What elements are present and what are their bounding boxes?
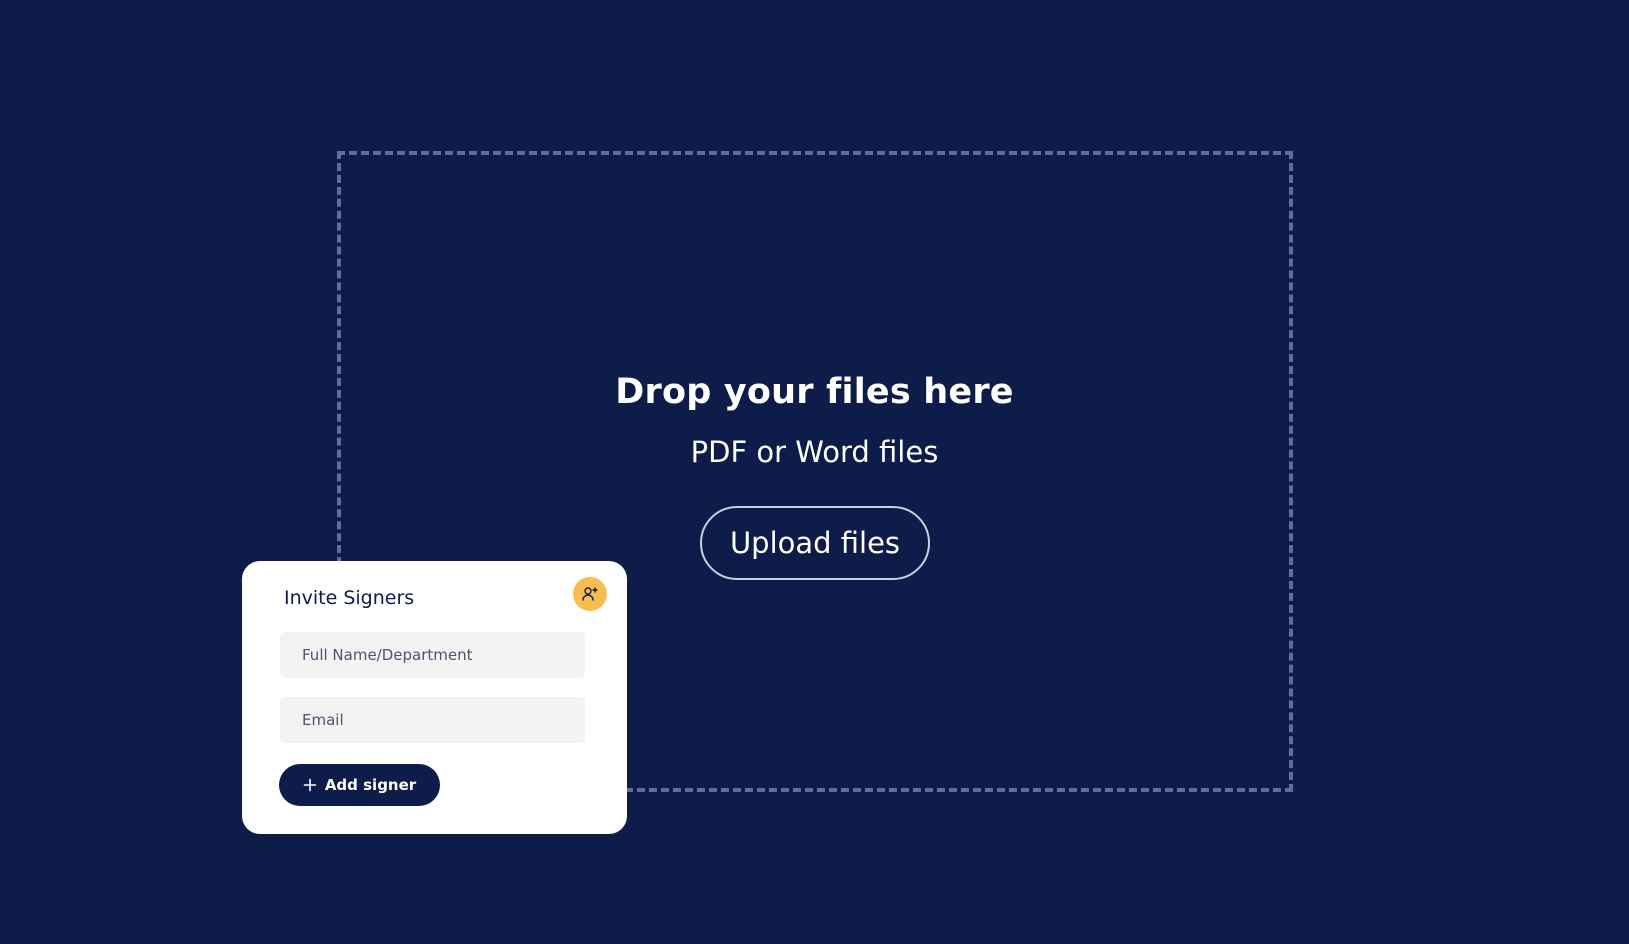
dropzone-subtitle: PDF or Word files	[690, 435, 939, 469]
dropzone-title: Drop your files here	[615, 372, 1014, 412]
upload-files-button[interactable]: Upload files	[700, 506, 930, 580]
invite-signers-card: Invite Signers Add signer	[242, 561, 627, 834]
add-signer-label: Add signer	[324, 776, 417, 794]
add-signer-button[interactable]: Add signer	[279, 764, 440, 806]
full-name-input[interactable]	[280, 632, 585, 678]
plus-icon	[303, 778, 317, 792]
email-input[interactable]	[280, 697, 585, 743]
card-title: Invite Signers	[284, 587, 415, 609]
add-user-icon[interactable]	[573, 577, 607, 611]
